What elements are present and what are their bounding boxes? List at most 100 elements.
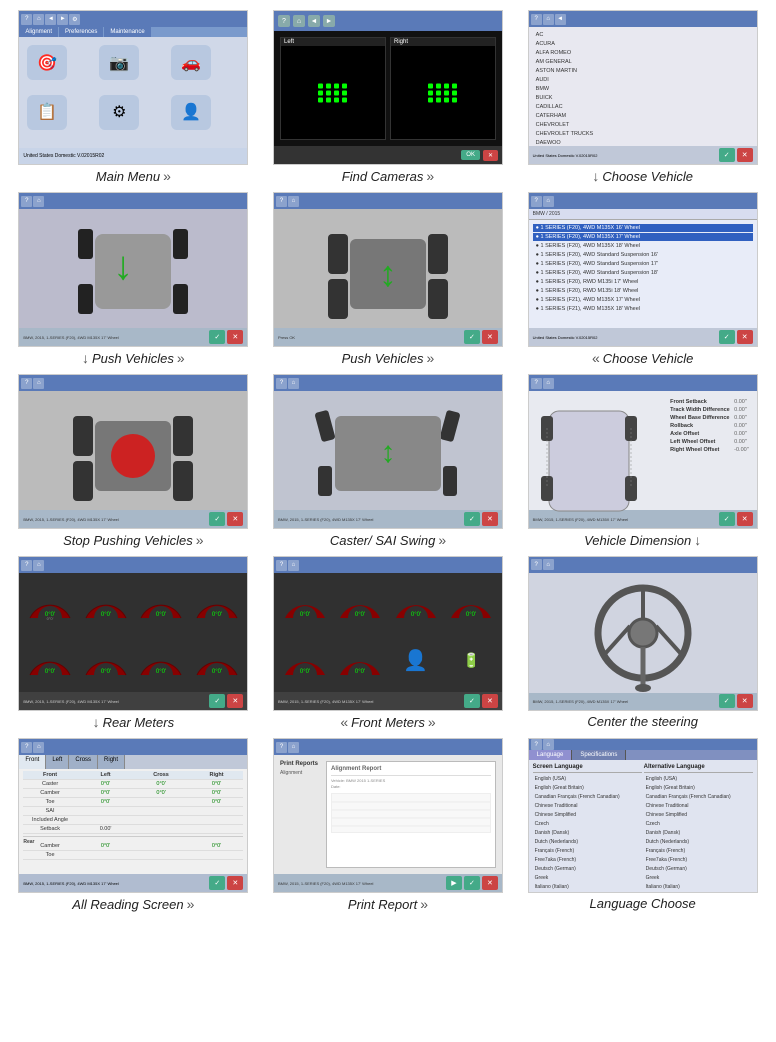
bmw-model-1[interactable]: ● 1 SERIES (F20), 4WD M135X 16' Wheel (533, 224, 753, 232)
bmw-model-4[interactable]: ● 1 SERIES (F20), 4WD Standard Suspensio… (533, 251, 753, 259)
bmw-model-8[interactable]: ● 1 SERIES (F20), RWD M135i 18' Wheel (533, 287, 753, 295)
lang-french[interactable]: Français (French) (533, 847, 642, 855)
tab-preferences[interactable]: Preferences (59, 27, 103, 37)
confirm-button[interactable]: ✓ (209, 694, 225, 708)
cancel-button[interactable]: ✕ (227, 876, 243, 890)
lang-greek[interactable]: Greek (533, 874, 642, 882)
icon-user[interactable]: 👤 (171, 95, 211, 130)
vehicle-item-buick[interactable]: BUICK (533, 94, 753, 102)
vehicle-item-chevy[interactable]: CHEVROLET (533, 121, 753, 129)
lang-czech[interactable]: Czech (533, 820, 642, 828)
alt-lang-greek[interactable]: Greek (644, 874, 753, 882)
cancel-button[interactable]: ✕ (482, 512, 498, 526)
lang-dutch[interactable]: Dutch (Nederlands) (533, 838, 642, 846)
vehicle-item-acura[interactable]: ACURA (533, 40, 753, 48)
cancel-button[interactable]: ✕ (737, 512, 753, 526)
tab-left[interactable]: Left (46, 755, 69, 769)
vehicle-item-cadillac[interactable]: CADILLAC (533, 103, 753, 111)
icon-settings[interactable]: ⚙ (99, 95, 139, 130)
vehicle-item-am[interactable]: AM GENERAL (533, 58, 753, 66)
alt-lang-chinese-trad[interactable]: Chinese Traditional (644, 802, 753, 810)
cancel-button[interactable]: ✕ (227, 694, 243, 708)
bmw-model-3[interactable]: ● 1 SERIES (F20), 4WD M135X 18' Wheel (533, 242, 753, 250)
cancel-button[interactable]: ✕ (737, 148, 753, 162)
tab-specifications[interactable]: Specifications (572, 750, 626, 760)
cancel-button[interactable]: ✕ (483, 150, 498, 161)
tab-alignment[interactable]: Alignment (19, 27, 58, 37)
read-tabs[interactable]: Front Left Cross Right (19, 755, 247, 769)
icon-camera[interactable]: 📷 (99, 45, 139, 80)
tab-maintenance[interactable]: Maintenance (104, 27, 150, 37)
vehicle-item-chevy-trucks[interactable]: CHEVROLET TRUCKS (533, 130, 753, 138)
alt-lang-chinese-simp[interactable]: Chinese Simplified (644, 811, 753, 819)
vehicle-item-bmw[interactable]: BMW (533, 85, 753, 93)
cancel-button[interactable]: ✕ (737, 330, 753, 344)
confirm-button[interactable]: ✓ (464, 876, 480, 890)
confirm-button[interactable]: ✓ (464, 512, 480, 526)
bmw-model-list[interactable]: ● 1 SERIES (F20), 4WD M135X 16' Wheel ● … (529, 220, 757, 328)
vehicle-item-aston[interactable]: ASTON MARTIN (533, 67, 753, 75)
lang-tabs[interactable]: Language Specifications (529, 750, 757, 760)
alt-lang-free7aka[interactable]: Free7aka (French) (644, 856, 753, 864)
cancel-button[interactable]: ✕ (227, 512, 243, 526)
vehicle-item-audi[interactable]: AUDI (533, 76, 753, 84)
ok-button[interactable]: OK (461, 150, 480, 160)
print-button[interactable]: ▶ (446, 876, 462, 890)
gauge-5: 0°0' (23, 634, 77, 689)
bmw-model-7[interactable]: ● 1 SERIES (F20), RWD M135i 17' Wheel (533, 278, 753, 286)
alt-lang-dutch[interactable]: Dutch (Nederlands) (644, 838, 753, 846)
cancel-button[interactable]: ✕ (482, 694, 498, 708)
tab-right[interactable]: Right (98, 755, 125, 769)
confirm-button[interactable]: ✓ (209, 876, 225, 890)
confirm-button[interactable]: ✓ (209, 512, 225, 526)
vehicle-item-ac[interactable]: AC (533, 31, 753, 39)
lang-canadian-fr[interactable]: Canadian Français (French Canadian) (533, 793, 642, 801)
alt-lang-french[interactable]: Français (French) (644, 847, 753, 855)
bmw-model-9[interactable]: ● 1 SERIES (F21), 4WD M135X 17' Wheel (533, 296, 753, 304)
vehicle-item-daewoo[interactable]: DAEWOO (533, 139, 753, 146)
confirm-button[interactable]: ✓ (719, 512, 735, 526)
bmw-model-10[interactable]: ● 1 SERIES (F21), 4WD M135X 18' Wheel (533, 305, 753, 313)
lang-danish[interactable]: Danish (Dansk) (533, 829, 642, 837)
alt-lang-korean[interactable]: Korean (644, 892, 753, 893)
lang-chinese-trad[interactable]: Chinese Traditional (533, 802, 642, 810)
confirm-button[interactable]: ✓ (464, 330, 480, 344)
icon-car[interactable]: 🚗 (171, 45, 211, 80)
bmw-model-6[interactable]: ● 1 SERIES (F20), 4WD Standard Suspensio… (533, 269, 753, 277)
lang-alt-list[interactable]: English (USA) English (Great Britain) Ca… (644, 775, 753, 893)
lang-free7aka[interactable]: Free7aka (French) (533, 856, 642, 864)
confirm-button[interactable]: ✓ (719, 694, 735, 708)
vehicle-list[interactable]: AC ACURA ALFA ROMEO AM GENERAL ASTON MAR… (529, 27, 757, 146)
alt-lang-canadian-fr[interactable]: Canadian Français (French Canadian) (644, 793, 753, 801)
lang-chinese-simp[interactable]: Chinese Simplified (533, 811, 642, 819)
confirm-button[interactable]: ✓ (719, 148, 735, 162)
tab-language[interactable]: Language (529, 750, 573, 760)
alt-lang-italian[interactable]: Italiano (Italian) (644, 883, 753, 891)
alt-lang-danish[interactable]: Danish (Dansk) (644, 829, 753, 837)
bmw-model-2[interactable]: ● 1 SERIES (F20), 4WD M135X 17' Wheel (533, 233, 753, 241)
tab-cross[interactable]: Cross (69, 755, 98, 769)
bmw-model-5[interactable]: ● 1 SERIES (F20), 4WD Standard Suspensio… (533, 260, 753, 268)
lang-italian[interactable]: Italiano (Italian) (533, 883, 642, 891)
lang-english-gb[interactable]: English (Great Britain) (533, 784, 642, 792)
vehicle-item-caterham[interactable]: CATERHAM (533, 112, 753, 120)
vehicle-item-alfa[interactable]: ALFA ROMEO (533, 49, 753, 57)
alt-lang-english-gb[interactable]: English (Great Britain) (644, 784, 753, 792)
icon-alignment[interactable]: 🎯 (27, 45, 67, 80)
confirm-button[interactable]: ✓ (464, 694, 480, 708)
icon-report[interactable]: 📋 (27, 95, 67, 130)
alt-lang-czech[interactable]: Czech (644, 820, 753, 828)
alt-lang-german[interactable]: Deutsch (German) (644, 865, 753, 873)
cancel-button[interactable]: ✕ (227, 330, 243, 344)
confirm-button[interactable]: ✓ (209, 330, 225, 344)
lang-german[interactable]: Deutsch (German) (533, 865, 642, 873)
cancel-button[interactable]: ✕ (482, 330, 498, 344)
lang-korean[interactable]: Korean (533, 892, 642, 893)
confirm-button[interactable]: ✓ (719, 330, 735, 344)
lang-primary-list[interactable]: English (USA) English (Great Britain) Ca… (533, 775, 642, 893)
cancel-button[interactable]: ✕ (737, 694, 753, 708)
tab-front[interactable]: Front (19, 755, 46, 769)
cancel-button[interactable]: ✕ (482, 876, 498, 890)
alt-lang-english-usa[interactable]: English (USA) (644, 775, 753, 783)
lang-english-usa[interactable]: English (USA) (533, 775, 642, 783)
